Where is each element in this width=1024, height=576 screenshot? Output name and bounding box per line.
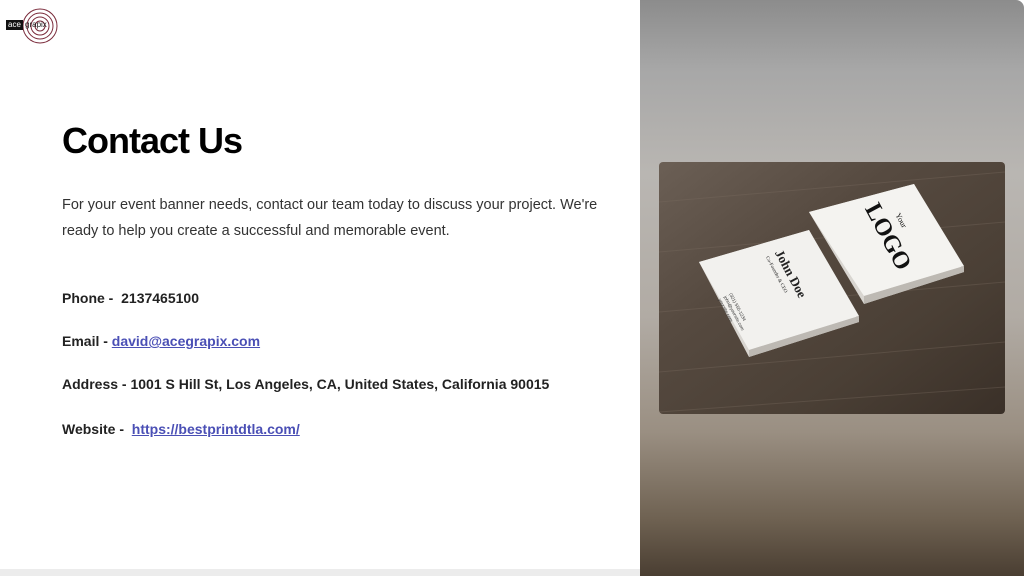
- logo-wordmark-text: grapix: [25, 20, 47, 29]
- email-link[interactable]: david@acegrapix.com: [112, 333, 260, 349]
- acegrapix-logo[interactable]: ace grapix: [4, 6, 60, 46]
- email-row: Email - david@acegrapix.com: [62, 333, 260, 349]
- intro-paragraph: For your event banner needs, contact our…: [62, 197, 598, 239]
- email-label: Email -: [62, 333, 108, 349]
- website-row: Website - https://bestprintdtla.com/: [62, 421, 300, 437]
- phone-label: Phone -: [62, 290, 114, 306]
- phone-value: 2137465100: [121, 290, 199, 306]
- website-label: Website -: [62, 421, 124, 437]
- address-row: Address - 1001 S Hill St, Los Angeles, C…: [62, 376, 549, 392]
- website-link[interactable]: https://bestprintdtla.com/: [132, 421, 300, 437]
- business-cards-photo: John Doe Co-Founder & CEO (321) 555-1234…: [659, 162, 1005, 414]
- address-label: Address -: [62, 376, 127, 392]
- bottom-divider: [0, 569, 640, 576]
- business-cards-image: John Doe Co-Founder & CEO (321) 555-1234…: [659, 162, 1005, 414]
- content-panel: [0, 0, 640, 576]
- address-value: 1001 S Hill St, Los Angeles, CA, United …: [130, 376, 550, 392]
- phone-row: Phone - 2137465100: [62, 290, 199, 306]
- page-title: Contact Us: [62, 120, 243, 161]
- logo-mark-text: ace: [6, 20, 23, 30]
